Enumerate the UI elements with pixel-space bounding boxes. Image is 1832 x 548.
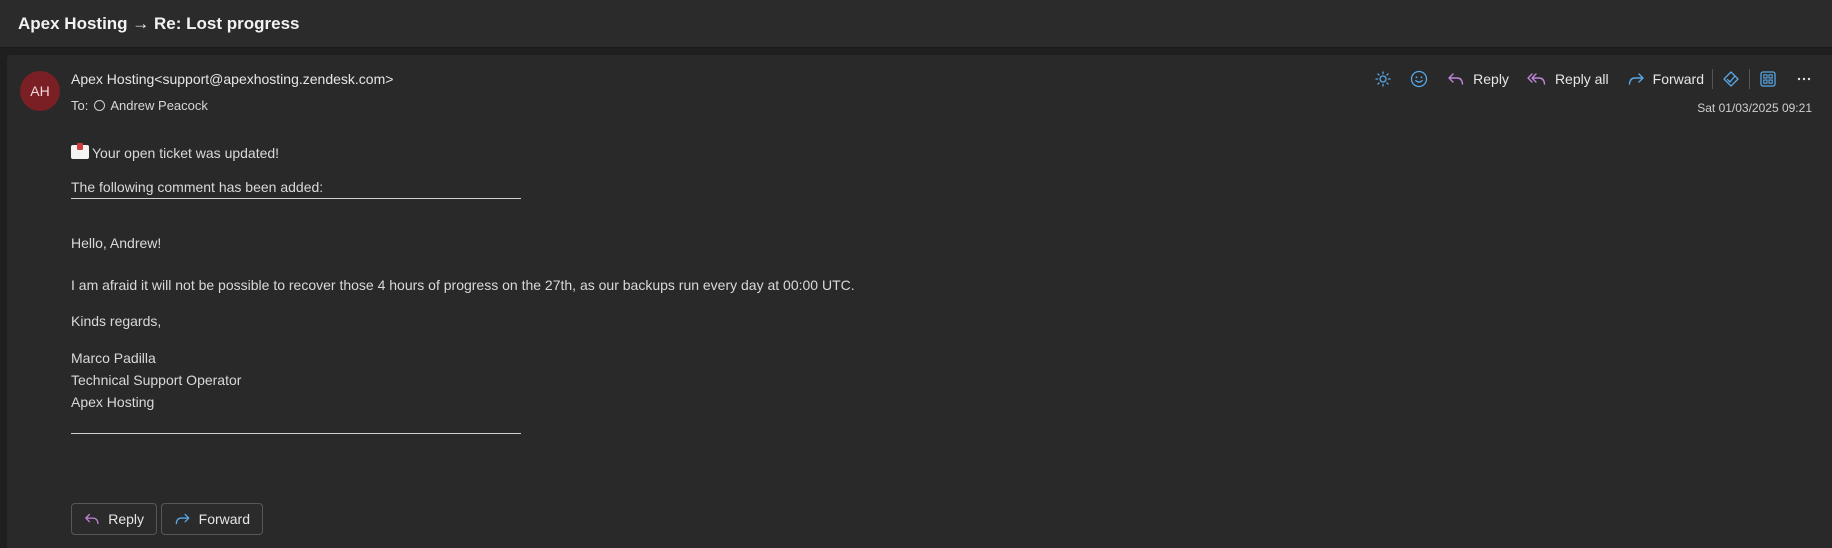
forward-icon — [175, 513, 190, 525]
footer-reply-label: Reply — [108, 511, 144, 527]
forward-icon — [1628, 73, 1644, 85]
reply-all-button[interactable]: Reply all — [1527, 71, 1609, 87]
more-icon[interactable] — [1794, 69, 1814, 89]
recipient-name[interactable]: Andrew Peacock — [110, 98, 208, 113]
reply-icon — [85, 513, 99, 525]
body-paragraph: I am afraid it will not be possible to r… — [71, 277, 855, 293]
reply-icon — [1448, 73, 1464, 85]
intro-line: Your open ticket was updated! — [71, 143, 280, 161]
comment-heading: The following comment has been added: — [71, 179, 324, 195]
sender-email[interactable]: <support@apexhosting.zendesk.com> — [154, 71, 393, 87]
toolbar-divider — [1749, 69, 1750, 89]
footer-forward-label: Forward — [198, 511, 250, 527]
message-toolbar: Reply Reply all Forward — [1357, 67, 1814, 91]
footer-forward-button[interactable]: Forward — [161, 503, 263, 535]
presence-status-icon — [94, 100, 106, 111]
title-bar: Apex Hosting → Re: Lost progress — [0, 0, 1832, 48]
forward-label: Forward — [1652, 71, 1704, 87]
conversation-subject: Apex Hosting → Re: Lost progress — [18, 14, 300, 33]
recipient-line: To: Andrew Peacock — [71, 98, 208, 113]
signature-title: Technical Support Operator — [71, 372, 242, 388]
forward-button[interactable]: Forward — [1627, 71, 1704, 87]
reply-all-label: Reply all — [1554, 71, 1609, 87]
footer-reply-button[interactable]: Reply — [71, 503, 157, 535]
intro-text: Your open ticket was updated! — [92, 145, 280, 161]
emoji-icon[interactable] — [1409, 69, 1429, 89]
reply-all-icon — [1527, 73, 1546, 85]
signature-name: Marco Padilla — [71, 350, 156, 366]
divider-top — [71, 198, 521, 199]
reply-label: Reply — [1473, 71, 1509, 87]
message-card: AH Apex Hosting<support@apexhosting.zend… — [7, 55, 1832, 548]
sun-icon[interactable] — [1373, 69, 1393, 89]
sender-name[interactable]: Apex Hosting — [71, 71, 154, 87]
envelope-icon — [71, 143, 89, 159]
apps-icon[interactable] — [1758, 69, 1778, 89]
to-label: To: — [71, 98, 89, 113]
divider-bottom — [71, 433, 521, 434]
sender-avatar[interactable]: AH — [20, 71, 60, 111]
toolbar-divider — [1712, 69, 1713, 89]
signature-company: Apex Hosting — [71, 394, 155, 410]
reply-button[interactable]: Reply — [1447, 71, 1509, 87]
greeting: Hello, Andrew! — [71, 235, 162, 251]
closing: Kinds regards, — [71, 313, 162, 329]
message-date: Sat 01/03/2025 09:21 — [1697, 101, 1812, 115]
sender-line: Apex Hosting<support@apexhosting.zendesk… — [71, 71, 393, 87]
immersive-reader-icon[interactable] — [1721, 69, 1741, 89]
